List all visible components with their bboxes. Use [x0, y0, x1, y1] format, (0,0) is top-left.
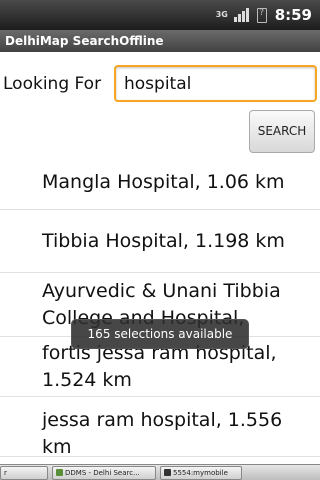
- main-content: Looking For SEARCH Mangla Hospital, 1.06…: [0, 52, 320, 464]
- list-item[interactable]: jessa ram hospital, 1.556 km: [0, 397, 320, 458]
- network-type-label: 3G: [215, 10, 228, 19]
- taskbar-item-label: r: [4, 468, 7, 477]
- list-item[interactable]: Tibbia Hospital, 1.198 km: [0, 210, 320, 273]
- search-input[interactable]: [114, 65, 317, 102]
- list-item[interactable]: Mangla Hospital, 1.06 km: [0, 154, 320, 210]
- status-clock: 8:59: [274, 6, 312, 24]
- taskbar-item-label: 5554:mymobile: [173, 468, 228, 477]
- results-list: Mangla Hospital, 1.06 km Tibbia Hospital…: [0, 154, 320, 458]
- signal-icon: [233, 8, 249, 22]
- app-title: DelhiMap SearchOffline: [0, 30, 320, 52]
- taskbar-item[interactable]: 5554:mymobile: [160, 465, 242, 480]
- search-button[interactable]: SEARCH: [249, 110, 315, 153]
- taskbar-item[interactable]: r: [0, 465, 48, 480]
- ddms-icon: [56, 469, 63, 476]
- emulator-icon: [164, 469, 171, 476]
- taskbar-item-label: DDMS - Delhi Searc...: [65, 468, 140, 477]
- battery-unknown-icon: [256, 7, 267, 23]
- host-taskbar: r DDMS - Delhi Searc... 5554:mymobile: [0, 464, 320, 480]
- search-label: Looking For: [3, 74, 102, 94]
- toast-message: 165 selections available: [71, 319, 249, 349]
- status-bar: 3G 8:59: [0, 0, 320, 30]
- taskbar-item[interactable]: DDMS - Delhi Searc...: [52, 465, 156, 480]
